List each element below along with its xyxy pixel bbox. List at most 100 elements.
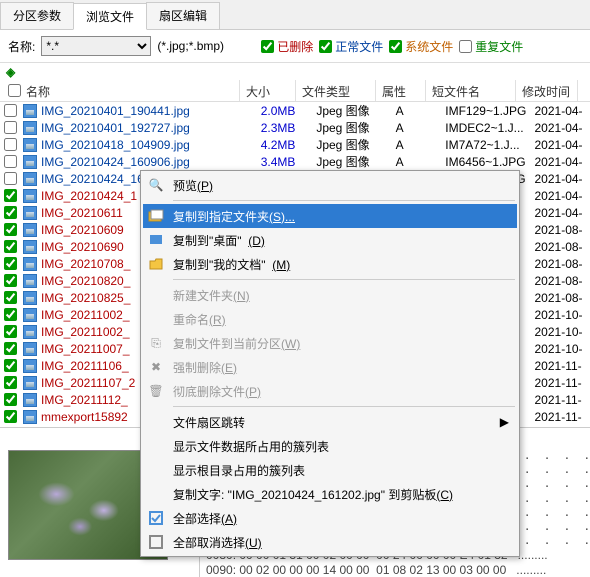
table-row[interactable]: IMG_20210418_104909.jpg4.2MBJpeg 图像AIM7A… <box>0 136 590 153</box>
desktop-icon <box>147 231 165 249</box>
file-attr: A <box>390 104 440 118</box>
chk-deleted[interactable]: 已删除 <box>261 38 313 55</box>
row-checkbox[interactable] <box>4 376 17 389</box>
row-checkbox[interactable] <box>4 189 17 202</box>
select-all-icon <box>147 509 165 527</box>
file-mtime: 2021-04- <box>529 172 590 186</box>
menu-perm-delete[interactable]: 🗑 彻底删除文件(P) <box>143 379 517 403</box>
file-icon <box>23 155 37 169</box>
file-name: IMG_20211112_ <box>41 393 128 407</box>
row-checkbox[interactable] <box>4 206 17 219</box>
tab-partition[interactable]: 分区参数 <box>0 2 74 29</box>
file-mtime: 2021-11- <box>529 359 590 373</box>
file-icon <box>23 138 37 152</box>
col-type[interactable]: 文件类型 <box>296 80 376 101</box>
row-checkbox[interactable] <box>4 223 17 236</box>
menu-new-folder[interactable]: 新建文件夹(N) <box>143 283 517 307</box>
table-row[interactable]: IMG_20210401_192727.jpg2.3MBJpeg 图像AIMDE… <box>0 119 590 136</box>
table-row[interactable]: IMG_20210401_190441.jpg2.0MBJpeg 图像AIMF1… <box>0 102 590 119</box>
row-checkbox[interactable] <box>4 359 17 372</box>
preview-icon: 🔍 <box>147 176 165 194</box>
file-mtime: 2021-10- <box>529 325 590 339</box>
row-checkbox[interactable] <box>4 121 17 134</box>
file-icon <box>23 189 37 203</box>
menu-copy-partition[interactable]: ⎘ 复制文件到当前分区(W) <box>143 331 517 355</box>
context-menu: 🔍 预览(P) 复制到指定文件夹(S)... 复制到"桌面" (D) 复制到"我… <box>140 170 520 557</box>
file-short: IM7A72~1.J... <box>439 138 528 152</box>
menu-select-all[interactable]: 全部选择(A) <box>143 506 517 530</box>
file-name: IMG_20210401_192727.jpg <box>41 121 190 135</box>
file-icon <box>23 240 37 254</box>
name-filter-select[interactable]: *.* <box>41 36 151 56</box>
menu-force-delete[interactable]: ✖ 强制删除(E) <box>143 355 517 379</box>
file-icon <box>23 223 37 237</box>
file-name: IMG_20210609 <box>41 223 124 237</box>
file-icon <box>23 393 37 407</box>
deselect-all-icon <box>147 533 165 551</box>
menu-deselect-all[interactable]: 全部取消选择(U) <box>143 530 517 554</box>
row-checkbox[interactable] <box>4 393 17 406</box>
file-mtime: 2021-10- <box>529 342 590 356</box>
file-short: IM6456~1.JPG <box>439 155 528 169</box>
file-mtime: 2021-04- <box>529 138 590 152</box>
tab-browse[interactable]: 浏览文件 <box>73 3 147 30</box>
col-name[interactable]: 名称 <box>0 80 240 101</box>
chk-dup[interactable]: 重复文件 <box>459 38 523 55</box>
row-checkbox[interactable] <box>4 240 17 253</box>
file-icon <box>23 376 37 390</box>
file-name: IMG_20210690 <box>41 240 124 254</box>
row-checkbox[interactable] <box>4 410 17 423</box>
file-icon <box>23 308 37 322</box>
file-type: Jpeg 图像 <box>310 119 389 136</box>
file-icon <box>23 342 37 356</box>
menu-rename[interactable]: 重命名(R) <box>143 307 517 331</box>
chk-system[interactable]: 系统文件 <box>389 38 453 55</box>
row-checkbox[interactable] <box>4 257 17 270</box>
file-type: Jpeg 图像 <box>310 102 389 119</box>
row-checkbox[interactable] <box>4 104 17 117</box>
file-attr: A <box>390 138 440 152</box>
blank-icon <box>147 437 165 455</box>
row-checkbox[interactable] <box>4 155 17 168</box>
menu-cluster-list-root[interactable]: 显示根目录占用的簇列表 <box>143 458 517 482</box>
row-checkbox[interactable] <box>4 342 17 355</box>
up-dir-row[interactable]: ◈ <box>0 63 590 80</box>
row-checkbox[interactable] <box>4 274 17 287</box>
file-name: IMG_20210424_1 <box>41 189 137 203</box>
file-mtime: 2021-11- <box>529 410 590 424</box>
menu-copy-desktop[interactable]: 复制到"桌面" (D) <box>143 228 517 252</box>
col-attr[interactable]: 属性 <box>376 80 426 101</box>
row-checkbox[interactable] <box>4 291 17 304</box>
header-checkbox[interactable] <box>8 84 21 97</box>
blank-icon <box>147 413 165 431</box>
chk-normal[interactable]: 正常文件 <box>319 38 383 55</box>
file-name: IMG_20210708_ <box>41 257 130 271</box>
file-mtime: 2021-11- <box>529 393 590 407</box>
trash-icon: 🗑 <box>147 382 165 400</box>
col-short[interactable]: 短文件名 <box>426 80 516 101</box>
file-mtime: 2021-08- <box>529 240 590 254</box>
file-size: 3.4MB <box>255 155 311 169</box>
tab-sector[interactable]: 扇区编辑 <box>146 2 220 29</box>
menu-cluster-list-file[interactable]: 显示文件数据所占用的簇列表 <box>143 434 517 458</box>
table-row[interactable]: IMG_20210424_160906.jpg3.4MBJpeg 图像AIM64… <box>0 153 590 170</box>
menu-sector-jump[interactable]: 文件扇区跳转 ▶ <box>143 410 517 434</box>
menu-copy-docs[interactable]: 复制到"我的文档" (M) <box>143 252 517 276</box>
file-icon <box>23 206 37 220</box>
row-checkbox[interactable] <box>4 172 17 185</box>
row-checkbox[interactable] <box>4 325 17 338</box>
col-size[interactable]: 大小 <box>240 80 296 101</box>
menu-copy-text[interactable]: 复制文字: "IMG_20210424_161202.jpg" 到剪贴板(C) <box>143 482 517 506</box>
documents-icon <box>147 255 165 273</box>
file-name: IMG_20211002_ <box>41 308 130 322</box>
file-icon <box>23 274 37 288</box>
menu-copy-to-folder[interactable]: 复制到指定文件夹(S)... <box>143 204 517 228</box>
row-checkbox[interactable] <box>4 308 17 321</box>
file-name: IMG_20210611 <box>41 206 123 220</box>
file-name: IMG_20210820_ <box>41 274 130 288</box>
row-checkbox[interactable] <box>4 138 17 151</box>
menu-preview[interactable]: 🔍 预览(P) <box>143 173 517 197</box>
col-mtime[interactable]: 修改时间 <box>516 80 578 101</box>
separator <box>173 279 515 280</box>
blank-icon <box>147 310 165 328</box>
